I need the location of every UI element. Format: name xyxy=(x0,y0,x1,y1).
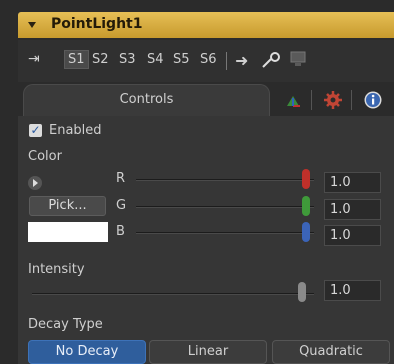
slot-s1[interactable]: S1 xyxy=(64,50,89,69)
node-title: PointLight1 xyxy=(51,16,143,32)
color-label: Color xyxy=(28,149,62,164)
gear-tab-icon[interactable] xyxy=(323,90,343,110)
toolbar-divider xyxy=(226,52,227,70)
slot-s2[interactable]: S2 xyxy=(92,52,109,67)
collapse-arrow-icon[interactable] xyxy=(28,22,36,28)
red-slider[interactable] xyxy=(136,179,314,181)
blue-value-field[interactable]: 1.0 xyxy=(324,225,381,246)
tab-controls[interactable]: Controls xyxy=(23,84,270,116)
green-slider[interactable] xyxy=(136,206,314,208)
arrow-right-icon[interactable]: ➜ xyxy=(235,51,248,70)
intensity-slider-handle[interactable] xyxy=(298,282,306,302)
decay-type-label: Decay Type xyxy=(28,317,103,332)
intensity-slider[interactable] xyxy=(32,293,314,295)
tab-divider xyxy=(311,90,312,110)
red-value-field[interactable]: 1.0 xyxy=(324,172,381,193)
slot-s5[interactable]: S5 xyxy=(173,52,190,67)
expand-arrow-icon[interactable] xyxy=(28,176,42,190)
green-value-field[interactable]: 1.0 xyxy=(324,199,381,220)
info-tab-icon[interactable] xyxy=(363,90,383,110)
channel-b-label: B xyxy=(116,224,125,239)
decay-quadratic-button[interactable]: Quadratic xyxy=(272,340,390,364)
slot-s6[interactable]: S6 xyxy=(200,52,217,67)
transform-tab-icon[interactable] xyxy=(283,90,303,110)
pin-icon[interactable]: ⇥ xyxy=(28,51,40,67)
lasso-icon[interactable] xyxy=(261,51,283,73)
blue-slider[interactable] xyxy=(136,232,314,234)
enabled-checkbox[interactable]: ✓ xyxy=(29,124,42,137)
pick-button[interactable]: Pick... xyxy=(29,196,106,216)
decay-linear-button[interactable]: Linear xyxy=(149,340,267,364)
tab-divider xyxy=(351,90,352,110)
decay-no-decay-button[interactable]: No Decay xyxy=(28,340,146,364)
green-slider-handle[interactable] xyxy=(302,196,310,216)
node-title-bar[interactable]: PointLight1 xyxy=(18,12,394,38)
channel-r-label: R xyxy=(116,171,126,186)
enabled-label: Enabled xyxy=(49,123,102,138)
slot-s4[interactable]: S4 xyxy=(147,52,164,67)
slot-s3[interactable]: S3 xyxy=(119,52,136,67)
channel-g-label: G xyxy=(116,198,127,213)
blue-slider-handle[interactable] xyxy=(302,222,310,242)
color-swatch[interactable] xyxy=(28,222,108,242)
red-slider-handle[interactable] xyxy=(302,169,310,189)
controls-panel: ✓ Enabled Color R 1.0 Pick... G 1.0 B 1.… xyxy=(18,116,394,364)
tab-bar: Controls xyxy=(18,82,394,116)
toolbar: ⇥ S1 S2 S3 S4 S5 S6 ➜ xyxy=(18,40,394,82)
monitor-icon[interactable] xyxy=(290,51,308,71)
intensity-value-field[interactable]: 1.0 xyxy=(324,280,381,301)
intensity-label: Intensity xyxy=(28,262,85,277)
